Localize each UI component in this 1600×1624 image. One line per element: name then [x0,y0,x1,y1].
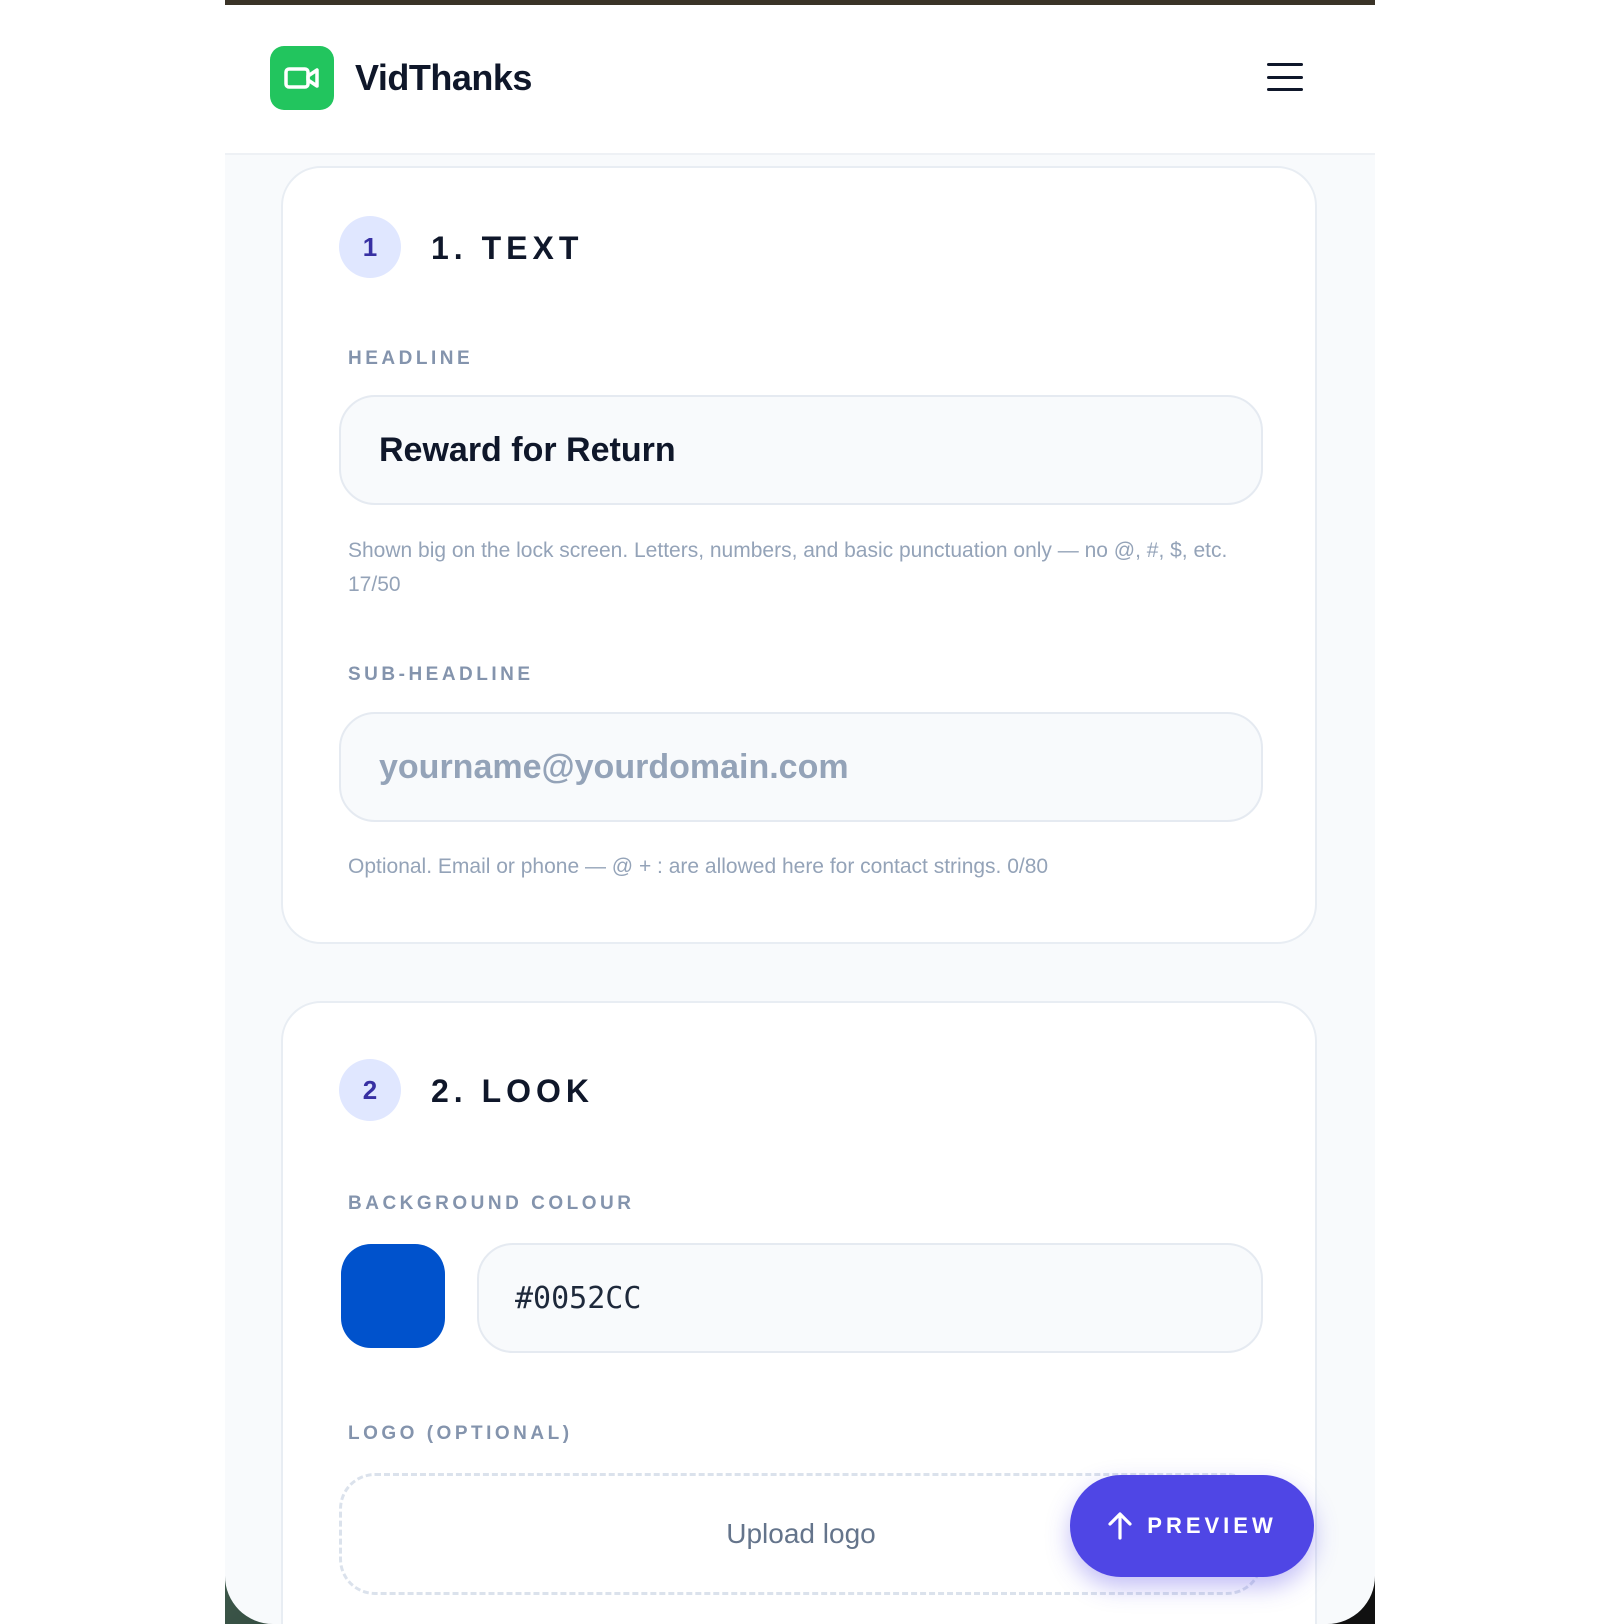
colour-swatch-picker[interactable] [341,1244,445,1348]
hamburger-menu-icon[interactable] [1265,57,1305,97]
step-number-badge: 1 [339,216,401,278]
section-title: 1. TEXT [431,230,584,266]
upload-logo-label: Upload logo [726,1518,876,1549]
hex-colour-input[interactable]: #0052CC [477,1243,1263,1353]
headline-helper-text: Shown big on the lock screen. Letters, n… [348,539,1228,596]
app-name[interactable]: VidThanks [355,57,532,99]
app-logo[interactable] [270,46,334,110]
menu-line [1267,63,1303,66]
subheadline-label: SUB-HEADLINE [348,664,534,685]
section-title: 2. LOOK [431,1073,595,1109]
text-section-card: 1 1. TEXT HEADLINE Reward for Return Sho… [281,166,1317,944]
screen: VidThanks 1 1. TEXT HEADLINE Reward for … [0,0,1600,1624]
step-number-badge: 2 [339,1059,401,1121]
video-camera-icon [284,67,319,89]
headline-label: HEADLINE [348,348,474,369]
subheadline-helper-text: Optional. Email or phone — @ + : are all… [348,855,1049,878]
preview-button-label: PREVIEW [1147,1513,1277,1538]
subheadline-input[interactable]: yourname@yourdomain.com [339,712,1263,822]
menu-line [1267,88,1303,91]
arrow-up-icon [1108,1512,1132,1540]
preview-button[interactable]: PREVIEW [1070,1475,1314,1577]
app-header: VidThanks [225,5,1375,155]
menu-line [1267,75,1303,79]
headline-input[interactable]: Reward for Return [339,395,1263,505]
app-viewport: VidThanks 1 1. TEXT HEADLINE Reward for … [225,0,1375,1624]
logo-label: LOGO (OPTIONAL) [348,1423,573,1444]
background-colour-label: BACKGROUND COLOUR [348,1193,635,1214]
